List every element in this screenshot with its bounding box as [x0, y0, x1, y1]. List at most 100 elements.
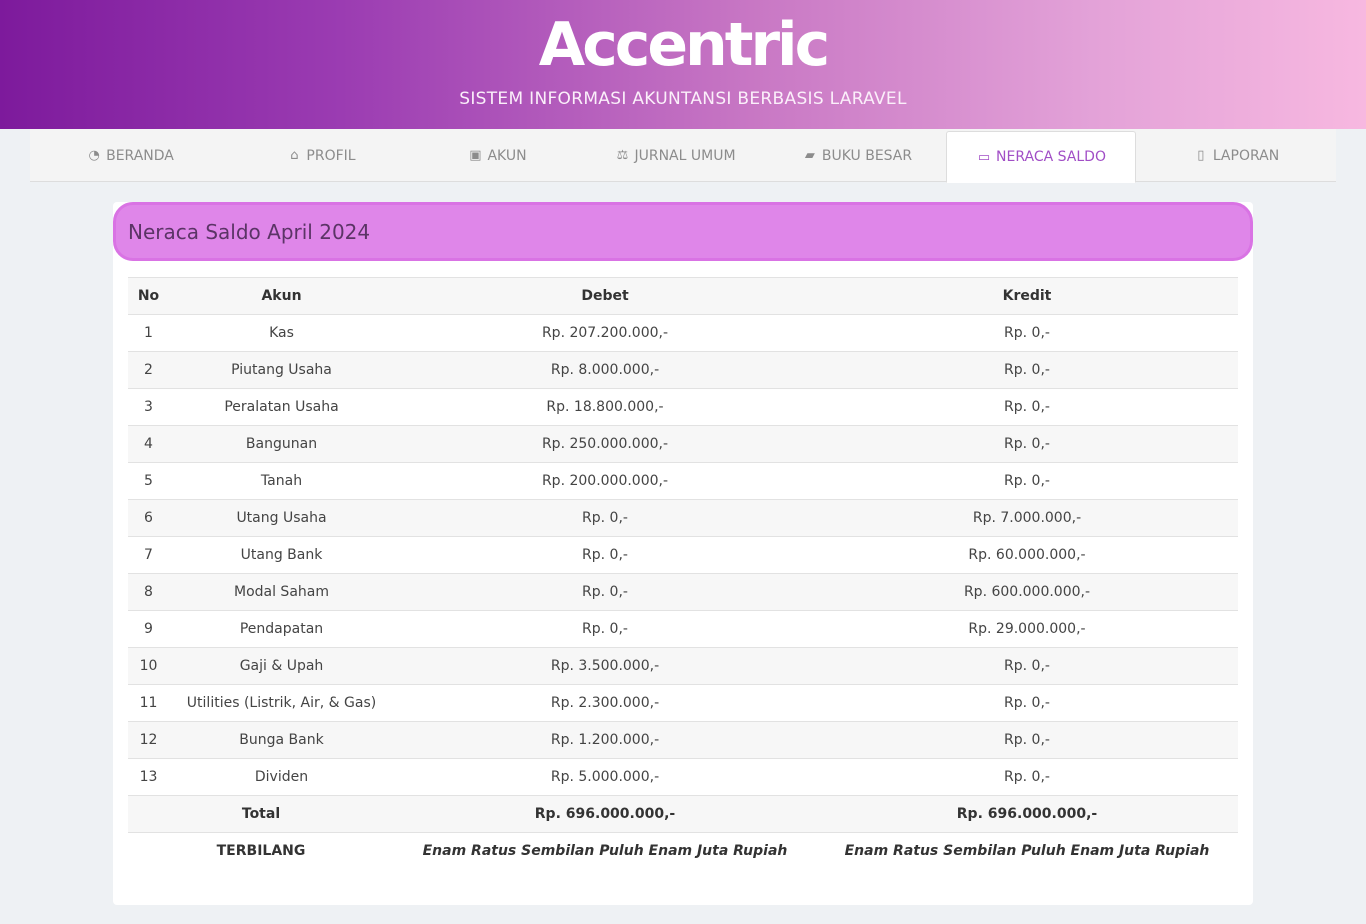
cell-debet: Rp. 5.000.000,- — [394, 758, 816, 796]
table-row: 2 Piutang Usaha Rp. 8.000.000,- Rp. 0,- — [128, 351, 1238, 389]
nav-label: LAPORAN — [1212, 147, 1280, 164]
cell-akun: Utang Usaha — [169, 499, 394, 537]
cell-debet: Rp. 250.000.000,- — [394, 425, 816, 463]
address-book-icon: ▣ — [469, 148, 482, 163]
cell-kredit: Rp. 0,- — [816, 351, 1238, 389]
cell-no: 12 — [128, 721, 169, 759]
cell-debet: Rp. 0,- — [394, 573, 816, 611]
terbilang-debet: Enam Ratus Sembilan Puluh Enam Juta Rupi… — [394, 832, 816, 870]
total-label: Total — [128, 795, 394, 833]
cell-akun: Utilities (Listrik, Air, & Gas) — [169, 684, 394, 722]
cell-no: 8 — [128, 573, 169, 611]
main-nav: ◔ BERANDA ⌂ PROFIL ▣ AKUN ⚖ JURNAL UMUM … — [30, 129, 1336, 183]
card-header: Neraca Saldo April 2024 — [113, 202, 1253, 261]
cell-no: 9 — [128, 610, 169, 648]
table-row: 3 Peralatan Usaha Rp. 18.800.000,- Rp. 0,- — [128, 388, 1238, 426]
table-row: 9 Pendapatan Rp. 0,- Rp. 29.000.000,- — [128, 610, 1238, 648]
nav-label: PROFIL — [306, 147, 356, 164]
cell-kredit: Rp. 60.000.000,- — [816, 536, 1238, 574]
cell-no: 2 — [128, 351, 169, 389]
total-row: Total Rp. 696.000.000,- Rp. 696.000.000,… — [128, 795, 1238, 833]
cell-kredit: Rp. 29.000.000,- — [816, 610, 1238, 648]
header-kredit: Kredit — [816, 277, 1238, 315]
cell-akun: Bangunan — [169, 425, 394, 463]
neraca-saldo-table: No Akun Debet Kredit 1 Kas Rp. 207.200.000… — [128, 277, 1238, 870]
cell-akun: Kas — [169, 314, 394, 352]
cell-debet: Rp. 2.300.000,- — [394, 684, 816, 722]
total-debet: Rp. 696.000.000,- — [394, 795, 816, 833]
nav-akun[interactable]: ▣ AKUN — [412, 129, 582, 182]
dashboard-icon: ◔ — [88, 148, 100, 163]
terbilang-label: TERBILANG — [128, 832, 394, 870]
cell-akun: Bunga Bank — [169, 721, 394, 759]
cell-no: 10 — [128, 647, 169, 685]
cell-kredit: Rp. 0,- — [816, 758, 1238, 796]
table-row: 11 Utilities (Listrik, Air, & Gas) Rp. 2.3… — [128, 684, 1238, 722]
cell-debet: Rp. 207.200.000,- — [394, 314, 816, 352]
cell-kredit: Rp. 0,- — [816, 314, 1238, 352]
header-debet: Debet — [394, 277, 816, 315]
money-icon: ▭ — [977, 149, 991, 165]
cell-akun: Peralatan Usaha — [169, 388, 394, 426]
cell-no: 6 — [128, 499, 169, 537]
header-akun: Akun — [169, 277, 394, 315]
table-row: 5 Tanah Rp. 200.000.000,- Rp. 0,- — [128, 462, 1238, 500]
cell-akun: Piutang Usaha — [169, 351, 394, 389]
nav-label: JURNAL UMUM — [634, 147, 736, 164]
cell-kredit: Rp. 0,- — [816, 647, 1238, 685]
cell-kredit: Rp. 0,- — [816, 462, 1238, 500]
neraca-saldo-card: Neraca Saldo April 2024 No Akun Debet Kr… — [113, 202, 1253, 905]
app-header: Accentric SISTEM INFORMASI AKUNTANSI BER… — [0, 0, 1366, 129]
nav-jurnal-umum[interactable]: ⚖ JURNAL UMUM — [582, 129, 768, 182]
table-row: 12 Bunga Bank Rp. 1.200.000,- Rp. 0,- — [128, 721, 1238, 759]
header-no: No — [128, 277, 169, 315]
nav-label: NERACA SALDO — [996, 149, 1106, 165]
nav-beranda[interactable]: ◔ BERANDA — [30, 129, 230, 182]
nav-laporan[interactable]: ▯ LAPORAN — [1136, 129, 1336, 182]
table-row: 7 Utang Bank Rp. 0,- Rp. 60.000.000,- — [128, 536, 1238, 574]
table-row: 13 Dividen Rp. 5.000.000,- Rp. 0,- — [128, 758, 1238, 796]
cell-kredit: Rp. 0,- — [816, 684, 1238, 722]
cell-debet: Rp. 200.000.000,- — [394, 462, 816, 500]
terbilang-kredit: Enam Ratus Sembilan Puluh Enam Juta Rupi… — [816, 832, 1238, 870]
cell-debet: Rp. 8.000.000,- — [394, 351, 816, 389]
cell-debet: Rp. 0,- — [394, 610, 816, 648]
nav-profil[interactable]: ⌂ PROFIL — [230, 129, 412, 182]
cell-no: 3 — [128, 388, 169, 426]
table-row: 4 Bangunan Rp. 250.000.000,- Rp. 0,- — [128, 425, 1238, 463]
bank-icon: ⌂ — [290, 148, 299, 163]
brand-title: Accentric — [538, 10, 830, 80]
page-title: Neraca Saldo April 2024 — [128, 220, 371, 244]
nav-label: BERANDA — [106, 147, 174, 164]
nav-neraca-saldo[interactable]: ▭ NERACA SALDO — [946, 131, 1136, 183]
cell-debet: Rp. 0,- — [394, 536, 816, 574]
balance-scale-icon: ⚖ — [616, 148, 629, 163]
table-header-row: No Akun Debet Kredit — [128, 277, 1238, 315]
cell-kredit: Rp. 7.000.000,- — [816, 499, 1238, 537]
cell-akun: Dividen — [169, 758, 394, 796]
cell-kredit: Rp. 0,- — [816, 388, 1238, 426]
total-kredit: Rp. 696.000.000,- — [816, 795, 1238, 833]
cell-debet: Rp. 18.800.000,- — [394, 388, 816, 426]
cell-kredit: Rp. 600.000.000,- — [816, 573, 1238, 611]
nav-label: BUKU BESAR — [821, 147, 913, 164]
table-row: 10 Gaji & Upah Rp. 3.500.000,- Rp. 0,- — [128, 647, 1238, 685]
cell-akun: Gaji & Upah — [169, 647, 394, 685]
cell-debet: Rp. 3.500.000,- — [394, 647, 816, 685]
cell-akun: Utang Bank — [169, 536, 394, 574]
terbilang-row: TERBILANG Enam Ratus Sembilan Puluh Enam… — [128, 832, 1238, 870]
nav-buku-besar[interactable]: ▰ BUKU BESAR — [768, 129, 946, 182]
cell-debet: Rp. 0,- — [394, 499, 816, 537]
cell-no: 11 — [128, 684, 169, 722]
brand-tagline: SISTEM INFORMASI AKUNTANSI BERBASIS LARA… — [459, 89, 907, 109]
cell-no: 4 — [128, 425, 169, 463]
table-row: 8 Modal Saham Rp. 0,- Rp. 600.000.000,- — [128, 573, 1238, 611]
table-row: 1 Kas Rp. 207.200.000,- Rp. 0,- — [128, 314, 1238, 352]
cell-akun: Modal Saham — [169, 573, 394, 611]
table-row: 6 Utang Usaha Rp. 0,- Rp. 7.000.000,- — [128, 499, 1238, 537]
cell-no: 7 — [128, 536, 169, 574]
cell-akun: Tanah — [169, 462, 394, 500]
cell-no: 1 — [128, 314, 169, 352]
cell-akun: Pendapatan — [169, 610, 394, 648]
book-icon: ▰ — [804, 148, 815, 163]
